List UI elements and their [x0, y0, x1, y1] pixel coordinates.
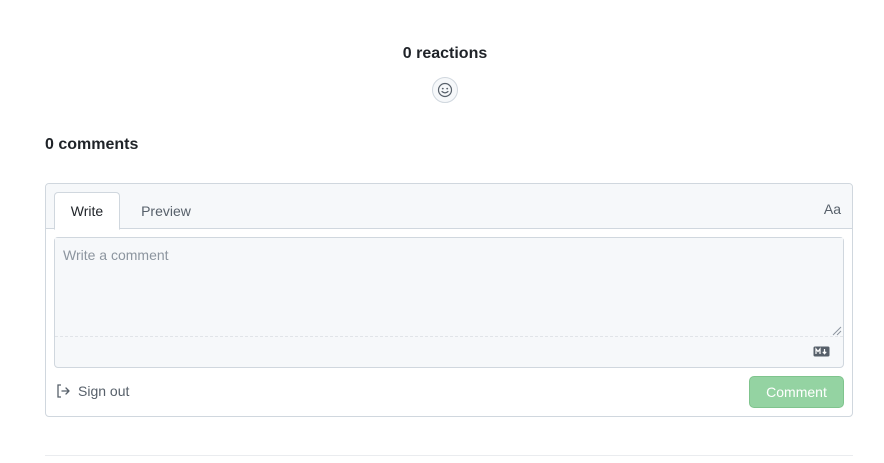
comment-box: Write Preview Aa Sign out Comment [45, 183, 853, 417]
add-reaction-button[interactable] [432, 77, 458, 103]
tab-write[interactable]: Write [54, 192, 120, 230]
markdown-icon [813, 346, 830, 357]
comment-tabbar: Write Preview Aa [46, 184, 852, 230]
comment-input[interactable] [55, 238, 843, 336]
tab-preview[interactable]: Preview [130, 192, 202, 230]
sign-out-label: Sign out [78, 383, 130, 399]
input-divider [55, 336, 843, 337]
sign-out-icon [57, 384, 70, 398]
comment-input-wrapper [54, 237, 844, 368]
sign-out-button[interactable]: Sign out [55, 382, 129, 400]
section-divider [45, 455, 853, 456]
reactions-count: 0 reactions [402, 45, 488, 62]
comments-count: 0 comments [45, 136, 139, 153]
resize-handle-icon[interactable] [831, 325, 842, 336]
submit-comment-button[interactable]: Comment [749, 376, 844, 408]
smiley-icon [437, 82, 453, 98]
font-toggle-button[interactable]: Aa [824, 201, 841, 217]
